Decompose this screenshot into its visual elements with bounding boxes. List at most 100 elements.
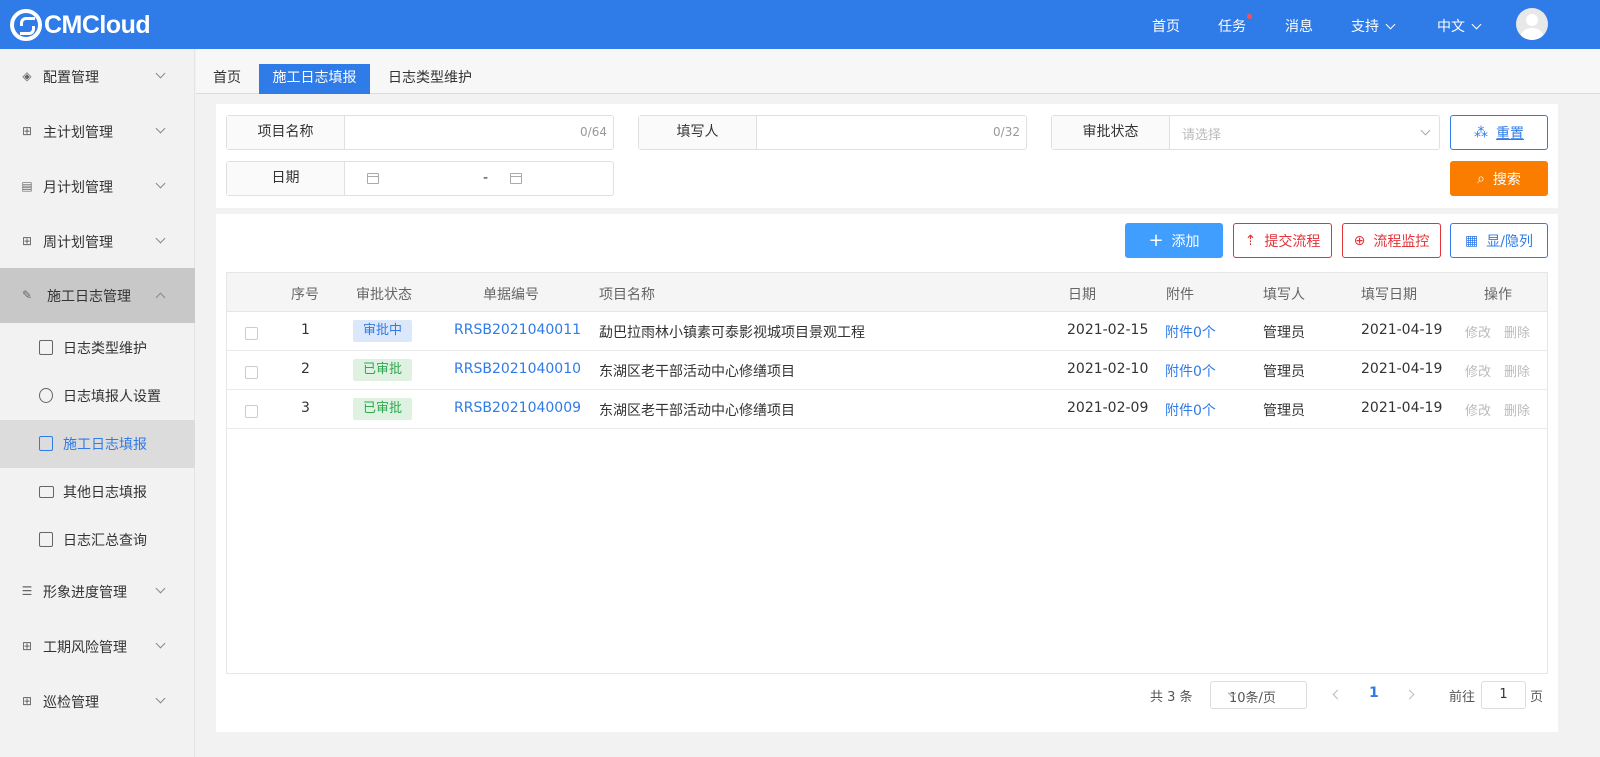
col-header-date: 日期 (1068, 287, 1096, 303)
sidebar-subitem-other-log[interactable]: 其他日志填报 (0, 468, 195, 516)
edit-link[interactable]: 修改 (1465, 322, 1491, 341)
monitor-flow-label: 流程监控 (1373, 233, 1430, 250)
sidebar-item-config[interactable]: ◈ 配置管理 (0, 49, 195, 104)
sidebar-subitem-log-summary[interactable]: 日志汇总查询 (0, 516, 195, 564)
cell-code-link[interactable]: RRSB2021040009 (454, 400, 581, 416)
delete-link[interactable]: 删除 (1504, 400, 1530, 419)
goto-label: 前往 (1449, 690, 1476, 705)
nav-support-label: 支持 (1351, 19, 1379, 35)
cell-no: 3 (301, 400, 310, 416)
sidebar-item-label: 主计划管理 (43, 125, 113, 141)
tab-construction-log-fill[interactable]: 施工日志填报 (259, 64, 370, 94)
nav-language-label: 中文 (1437, 19, 1465, 35)
sidebar-item-label: 形象进度管理 (43, 585, 127, 601)
cell-project: 东湖区老干部活动中心修缮项目 (599, 364, 795, 380)
top-bar: CMCloud 首页 任务 消息 支持 中文 (0, 0, 1600, 49)
sidebar-item-inspection[interactable]: ⊞ 巡检管理 (0, 674, 195, 729)
cell-code-link[interactable]: RRSB2021040011 (454, 322, 581, 338)
nav-tasks[interactable]: 任务 (1218, 14, 1252, 36)
col-header-code: 单据编号 (483, 287, 539, 303)
tab-log-type[interactable]: 日志类型维护 (388, 64, 472, 94)
cell-date: 2021-02-09 (1067, 400, 1149, 416)
toggle-columns-label: 显/隐列 (1486, 233, 1533, 250)
filler-field[interactable]: 填写人 0/32 (638, 115, 1027, 150)
status-badge: 已审批 (353, 359, 413, 381)
sidebar-subitem-log-filler[interactable]: 日志填报人设置 (0, 372, 195, 420)
sidebar-item-monthly-plan[interactable]: ▤ 月计划管理 (0, 159, 195, 214)
page-size-select[interactable]: 10条/页 (1210, 681, 1307, 709)
sidebar-subitem-log-type[interactable]: 日志类型维护 (0, 324, 195, 372)
field-label: 审批状态 (1052, 116, 1170, 149)
table-row: 2 已审批 RRSB2021040010 东湖区老干部活动中心修缮项目 2021… (227, 351, 1547, 390)
data-table: 序号 审批状态 单据编号 项目名称 日期 附件 填写人 填写日期 操作 1 审批… (226, 272, 1548, 674)
hierarchy-icon: ⊞ (21, 234, 33, 248)
brand-logo[interactable]: CMCloud (10, 9, 151, 41)
nav-home[interactable]: 首页 (1152, 16, 1180, 36)
calendar-icon (510, 173, 522, 184)
sidebar-item-label: 工期风险管理 (43, 640, 127, 656)
col-header-no: 序号 (291, 287, 319, 303)
sidebar-item-label: 巡检管理 (43, 695, 99, 711)
sidebar-item-schedule-risk[interactable]: ⊞ 工期风险管理 (0, 619, 195, 674)
cell-attachment-link[interactable]: 附件0个 (1165, 361, 1216, 381)
date-range-field[interactable]: 日期 - (226, 161, 614, 196)
nav-messages[interactable]: 消息 (1285, 16, 1313, 36)
row-checkbox[interactable] (245, 405, 258, 418)
chevron-down-icon (1420, 125, 1431, 136)
document-search-icon (39, 532, 53, 547)
sidebar-item-weekly-plan[interactable]: ⊞ 周计划管理 (0, 214, 195, 269)
sidebar-item-construction-log[interactable]: ✎ 施工日志管理 (0, 268, 195, 323)
toggle-columns-button[interactable]: ▦ 显/隐列 (1450, 223, 1548, 258)
user-avatar[interactable] (1516, 8, 1548, 40)
row-checkbox[interactable] (245, 366, 258, 379)
user-icon (39, 388, 53, 403)
sidebar-item-label: 周计划管理 (43, 235, 113, 251)
sidebar-subitem-label: 施工日志填报 (63, 437, 147, 453)
notification-dot (1247, 14, 1252, 19)
chevron-down-icon (155, 638, 166, 649)
project-name-field[interactable]: 项目名称 0/64 (226, 115, 614, 150)
search-button[interactable]: ⌕ 搜索 (1450, 161, 1548, 196)
nav-tasks-label: 任务 (1218, 19, 1246, 35)
delete-link[interactable]: 删除 (1504, 361, 1530, 380)
status-select[interactable]: 审批状态 请选择 (1051, 115, 1440, 150)
tab-home[interactable]: 首页 (212, 64, 242, 94)
cell-filler: 管理员 (1263, 364, 1305, 380)
sidebar-subitem-construction-log-fill[interactable]: 施工日志填报 (0, 420, 195, 468)
plus-icon: + (1148, 229, 1164, 251)
date-separator: - (483, 170, 489, 186)
table-panel: + 添加 ⇡ 提交流程 ⊕ 流程监控 ▦ 显/隐列 序号 审批状态 单据编号 项… (216, 214, 1558, 732)
layers-icon: ◈ (22, 69, 32, 83)
id-card-icon (39, 486, 54, 498)
sidebar-item-progress[interactable]: ☰ 形象进度管理 (0, 564, 195, 619)
submit-flow-button[interactable]: ⇡ 提交流程 (1233, 223, 1332, 258)
monitor-flow-button[interactable]: ⊕ 流程监控 (1342, 223, 1441, 258)
goto-page-input[interactable]: 1 (1481, 681, 1526, 709)
cell-code-link[interactable]: RRSB2021040010 (454, 361, 581, 377)
row-checkbox[interactable] (245, 327, 258, 340)
reset-button[interactable]: ⁂ 重置 (1450, 115, 1548, 150)
edit-link[interactable]: 修改 (1465, 361, 1491, 380)
chevron-up-icon (155, 292, 166, 303)
delete-link[interactable]: 删除 (1504, 322, 1530, 341)
current-page[interactable]: 1 (1369, 685, 1379, 701)
sidebar-subitem-label: 日志类型维护 (63, 341, 147, 357)
sidebar-item-master-plan[interactable]: ⊞ 主计划管理 (0, 104, 195, 159)
edit-link[interactable]: 修改 (1465, 400, 1491, 419)
pen-icon: ✎ (21, 288, 33, 302)
filter-panel: 项目名称 0/64 填写人 0/32 审批状态 请选择 ⁂ 重置 日期 - ⌕ … (216, 104, 1558, 208)
nav-language[interactable]: 中文 (1437, 16, 1482, 36)
cell-attachment-link[interactable]: 附件0个 (1165, 400, 1216, 420)
sidebar-item-label: 施工日志管理 (47, 289, 131, 305)
loading-icon: ⁂ (1474, 124, 1488, 141)
chevron-down-icon (1471, 19, 1482, 30)
chevron-down-icon (155, 68, 166, 79)
nav-support[interactable]: 支持 (1351, 16, 1396, 36)
cell-attachment-link[interactable]: 附件0个 (1165, 322, 1216, 342)
upload-icon: ⇡ (1244, 232, 1257, 249)
add-button[interactable]: + 添加 (1125, 223, 1223, 258)
field-label: 项目名称 (227, 116, 345, 149)
col-header-status: 审批状态 (356, 287, 412, 303)
status-badge: 审批中 (353, 320, 413, 342)
sidebar-item-label: 月计划管理 (43, 180, 113, 196)
